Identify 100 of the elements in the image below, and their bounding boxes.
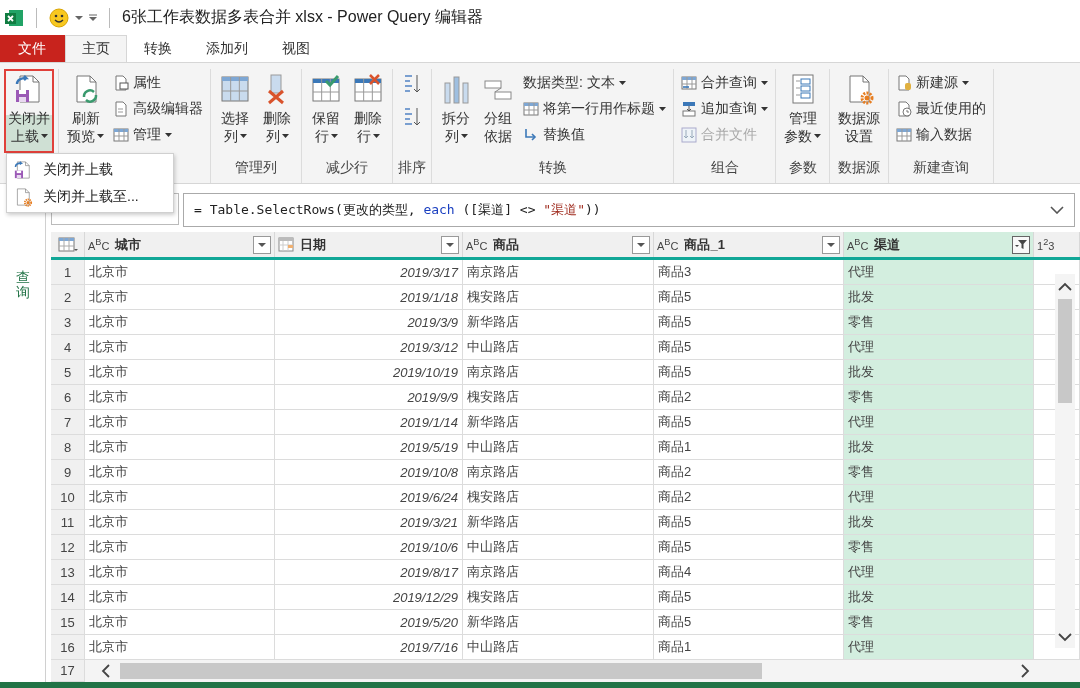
- table-cell: 新华路店: [463, 310, 654, 335]
- group-label: 组合: [709, 159, 740, 177]
- table-cell: 批发: [844, 585, 1034, 610]
- caret-icon[interactable]: [75, 14, 83, 21]
- column-name: 商品_1: [684, 235, 726, 254]
- ribbon-button[interactable]: 删除 行: [348, 69, 388, 153]
- column-header[interactable]: A$^{B}$C 渠道: [844, 232, 1034, 257]
- caret-icon: [330, 134, 338, 138]
- table-icon: [57, 236, 78, 253]
- table-cell: 北京市: [85, 310, 275, 335]
- dropdown-button[interactable]: [632, 235, 650, 254]
- ribbon-button[interactable]: 高级编辑器: [110, 97, 206, 121]
- ribbon-tab[interactable]: 主页: [65, 35, 127, 62]
- table-cell: 北京市: [85, 335, 275, 360]
- column-header[interactable]: A$^{B}$C 商品: [463, 232, 654, 257]
- ribbon-button[interactable]: 追加查询: [678, 97, 771, 121]
- row-number: 3: [51, 310, 85, 335]
- type-label: 1$^{2}$3: [1037, 237, 1055, 252]
- column-header[interactable]: A$^{B}$C 城市: [85, 232, 275, 257]
- save-document-icon: [13, 159, 33, 180]
- table-cell: 2019/10/6: [275, 535, 463, 560]
- chevron-down-icon[interactable]: [1050, 206, 1064, 214]
- ribbon-button[interactable]: 最近使用的: [893, 97, 989, 121]
- caret-icon: [659, 107, 666, 111]
- dropdown-button[interactable]: [822, 235, 840, 254]
- filter-icon: [1015, 239, 1027, 250]
- table-cell: 2019/9/9: [275, 385, 463, 410]
- column-header[interactable]: A$^{B}$C 商品_1: [654, 232, 844, 257]
- table-cell: 北京市: [85, 610, 275, 635]
- chevron-left-icon[interactable]: [101, 664, 110, 678]
- ribbon-button[interactable]: 保留 行: [306, 69, 346, 153]
- caret-icon: [637, 242, 645, 247]
- table-cell: 槐安路店: [463, 485, 654, 510]
- ribbon-button[interactable]: 输入数据: [893, 123, 989, 147]
- ribbon-button[interactable]: 删除 列: [257, 69, 297, 153]
- ribbon-button[interactable]: 管理: [110, 123, 206, 147]
- ribbon-button[interactable]: 拆分 列: [436, 69, 476, 153]
- row-number: 13: [51, 560, 85, 585]
- ribbon-button[interactable]: 数据源 设置: [834, 69, 884, 153]
- ribbon-button[interactable]: 新建源: [893, 71, 989, 95]
- document-icon: [113, 101, 129, 117]
- caret-icon: [618, 81, 626, 85]
- column-name: 日期: [300, 235, 327, 254]
- caret-icon: [97, 134, 104, 138]
- window-title: 6张工作表数据多表合并 xlsx - Power Query 编辑器: [122, 7, 483, 27]
- queries-label[interactable]: 查询: [15, 270, 30, 301]
- caret-icon: [761, 81, 768, 85]
- ribbon-button[interactable]: 替换值: [520, 123, 669, 147]
- smiley-icon[interactable]: [49, 7, 69, 28]
- replace-icon: [523, 127, 539, 143]
- ribbon-button[interactable]: 刷新 预览: [63, 69, 108, 153]
- table-cell: 北京市: [85, 360, 275, 385]
- table-cell: 2019/10/19: [275, 360, 463, 385]
- dropdown-button[interactable]: [441, 235, 459, 254]
- ribbon-button[interactable]: 分组 依据: [478, 69, 518, 153]
- menu-item[interactable]: 关闭并上载: [7, 156, 173, 183]
- ribbon-button[interactable]: 合并查询: [678, 71, 771, 95]
- sort-ascending-icon: [403, 73, 421, 95]
- table-cell: 2019/5/19: [275, 435, 463, 460]
- table-cell: 新华路店: [463, 610, 654, 635]
- scrollbar-thumb[interactable]: [120, 663, 762, 679]
- ribbon-button[interactable]: 将第一行用作标题: [520, 97, 669, 121]
- table-cell: 北京市: [85, 560, 275, 585]
- table-cell: 新华路店: [463, 410, 654, 435]
- filter-button[interactable]: [1012, 235, 1030, 254]
- table-cell: 零售: [844, 610, 1034, 635]
- table-cell: 2019/3/12: [275, 335, 463, 360]
- append-icon: [681, 101, 697, 117]
- document-table-icon: [113, 75, 129, 91]
- column-header[interactable]: 1$^{2}$3: [1034, 232, 1080, 257]
- ribbon-button[interactable]: 属性: [110, 71, 206, 95]
- row-number: 6: [51, 385, 85, 410]
- column-header[interactable]: 日期: [275, 232, 463, 257]
- group-label: 新建查询: [912, 159, 970, 177]
- table-cell: 批发: [844, 510, 1034, 535]
- chevron-up-icon[interactable]: [1058, 282, 1072, 291]
- formula-field[interactable]: = Table.SelectRows(更改的类型, each ([渠道] <> "渠道")): [183, 193, 1075, 227]
- table-cell: 代理: [844, 635, 1034, 660]
- ribbon-tab[interactable]: 文件: [0, 35, 65, 62]
- ribbon-button[interactable]: 关闭并 上载: [4, 69, 54, 153]
- vertical-scrollbar[interactable]: [1055, 274, 1075, 648]
- spreadsheet-app-icon: [4, 8, 24, 27]
- table-cell: 2019/1/14: [275, 410, 463, 435]
- table-cell: 代理: [844, 485, 1034, 510]
- ribbon-button[interactable]: 数据类型: 文本: [520, 71, 669, 95]
- table-cell: 北京市: [85, 460, 275, 485]
- ribbon-button[interactable]: 选择 列: [215, 69, 255, 153]
- customize-toolbar-icon[interactable]: [89, 13, 97, 22]
- horizontal-scrollbar[interactable]: [85, 660, 1080, 682]
- chevron-right-icon[interactable]: [1021, 664, 1030, 678]
- table-cell: 槐安路店: [463, 285, 654, 310]
- scrollbar-thumb[interactable]: [1058, 299, 1072, 403]
- chevron-down-icon[interactable]: [1058, 633, 1072, 642]
- caret-icon: [239, 134, 247, 138]
- dropdown-button[interactable]: [253, 235, 271, 254]
- table-cell: 中山路店: [463, 435, 654, 460]
- table-cell: 南京路店: [463, 460, 654, 485]
- type-label: A$^{B}$C: [466, 237, 488, 252]
- table-icon: [523, 101, 539, 117]
- ribbon-button[interactable]: 管理 参数: [780, 69, 825, 153]
